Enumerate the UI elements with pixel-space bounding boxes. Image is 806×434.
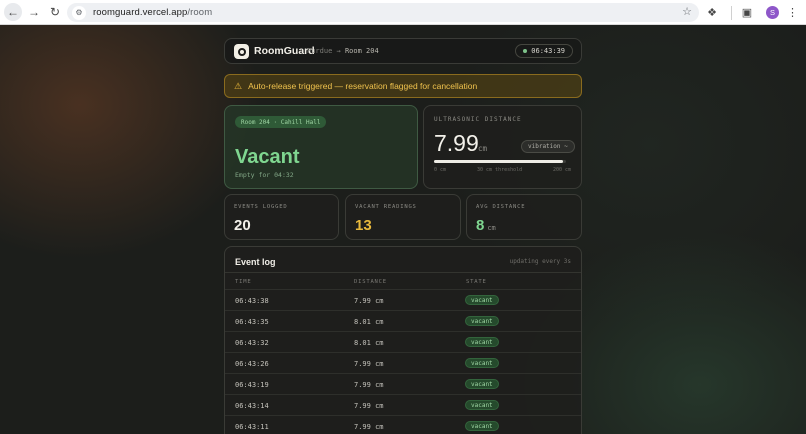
- distance-value: 7.99: [434, 130, 479, 156]
- forward-icon[interactable]: →: [25, 3, 43, 21]
- table-row: 06:43:26 7.99 cm vacant: [225, 352, 581, 373]
- vibration-mode-button[interactable]: vibration ~: [521, 140, 575, 153]
- avg-distance-card: AVG DISTANCE 8 cm: [466, 194, 582, 240]
- bookmark-star-icon[interactable]: ☆: [682, 5, 692, 18]
- row-time: 06:43:35: [235, 318, 269, 326]
- scale-threshold-label: 30 cm threshold: [477, 167, 523, 173]
- events-logged-value: 20: [234, 217, 251, 234]
- row-state-badge: vacant: [465, 379, 499, 389]
- column-header-time: TIME: [235, 279, 252, 285]
- row-distance: 7.99 cm: [354, 360, 384, 368]
- clock-time: 06:43:39: [531, 47, 565, 55]
- distance-bar: [434, 160, 566, 163]
- row-state-badge: vacant: [465, 295, 499, 305]
- event-log-rows: 06:43:38 7.99 cm vacant 06:43:35 8.01 cm…: [225, 289, 581, 434]
- empty-duration: Empty for 04:32: [235, 171, 294, 179]
- events-logged-card: EVENTS LOGGED 20: [224, 194, 339, 240]
- vacant-readings-label: VACANT READINGS: [355, 204, 417, 210]
- live-dot-icon: [523, 49, 528, 53]
- row-time: 06:43:38: [235, 297, 269, 305]
- page-content: RoomGuard Purdue → Room 204 06:43:39 ⚠ A…: [0, 25, 806, 434]
- breadcrumb-building: Purdue →: [307, 47, 341, 55]
- toolbar-divider: [731, 5, 732, 20]
- occupancy-status-card: Room 204 · Cahill Hall Vacant Empty for …: [224, 105, 418, 189]
- row-time: 06:43:11: [235, 423, 269, 431]
- event-log-divider: [225, 272, 581, 273]
- event-log-card: Event log updating every 3s TIME DISTANC…: [224, 246, 582, 434]
- column-header-distance: DISTANCE: [354, 279, 387, 285]
- ultrasonic-label: ULTRASONIC DISTANCE: [434, 116, 522, 123]
- distance-bar-fill: [434, 160, 564, 163]
- avg-distance-label: AVG DISTANCE: [476, 204, 526, 210]
- table-row: 06:43:14 7.99 cm vacant: [225, 394, 581, 415]
- scale-max-label: 200 cm: [552, 167, 571, 173]
- address-url: roomguard.vercel.app/room: [93, 7, 212, 18]
- cast-icon[interactable]: ▣: [736, 4, 758, 22]
- browser-toolbar: ← → ↻ ⚙ roomguard.vercel.app/room ☆ ❖ ▣ …: [0, 0, 806, 25]
- warning-icon: ⚠: [234, 80, 243, 91]
- brand-name: RoomGuard: [254, 45, 315, 57]
- row-distance: 7.99 cm: [354, 381, 384, 389]
- room-badge: Room 204 · Cahill Hall: [235, 116, 327, 128]
- roomguard-logo-icon: [234, 44, 249, 59]
- table-row: 06:43:35 8.01 cm vacant: [225, 310, 581, 331]
- extensions-icon[interactable]: ❖: [701, 4, 723, 22]
- row-time: 06:43:14: [235, 402, 269, 410]
- app-header: RoomGuard Purdue → Room 204 06:43:39: [224, 38, 582, 64]
- events-logged-label: EVENTS LOGGED: [234, 204, 288, 210]
- row-state-badge: vacant: [465, 358, 499, 368]
- browser-actions: ❖ ▣ S ⋮: [701, 0, 806, 25]
- address-bar[interactable]: ⚙ roomguard.vercel.app/room ☆: [67, 3, 699, 22]
- table-row: 06:43:11 7.99 cm vacant: [225, 415, 581, 434]
- reload-icon[interactable]: ↻: [46, 3, 64, 21]
- browser-menu-icon[interactable]: ⋮: [787, 6, 798, 19]
- row-distance: 7.99 cm: [354, 402, 384, 410]
- avg-distance-value: 8 cm: [476, 217, 496, 234]
- row-state-badge: vacant: [465, 316, 499, 326]
- table-row: 06:43:38 7.99 cm vacant: [225, 289, 581, 310]
- row-distance: 7.99 cm: [354, 423, 384, 431]
- breadcrumb: Purdue → Room 204: [307, 47, 379, 55]
- row-time: 06:43:26: [235, 360, 269, 368]
- row-state-badge: vacant: [465, 421, 499, 431]
- url-host: roomguard.vercel.app: [93, 7, 188, 18]
- site-settings-icon[interactable]: ⚙: [72, 5, 86, 20]
- row-distance: 8.01 cm: [354, 339, 384, 347]
- event-log-subtitle: updating every 3s: [509, 258, 571, 265]
- scale-min-label: 0 cm: [434, 167, 447, 173]
- breadcrumb-room: Room 204: [344, 47, 379, 55]
- table-row: 06:43:19 7.99 cm vacant: [225, 373, 581, 394]
- vacant-readings-card: VACANT READINGS 13: [345, 194, 461, 240]
- avg-distance-unit: cm: [487, 224, 496, 232]
- row-time: 06:43:32: [235, 339, 269, 347]
- avg-distance-number: 8: [476, 217, 485, 234]
- url-path: /room: [187, 7, 213, 18]
- row-distance: 7.99 cm: [354, 297, 384, 305]
- occupancy-state: Vacant: [235, 146, 300, 168]
- back-icon[interactable]: ←: [4, 3, 22, 21]
- row-state-badge: vacant: [465, 400, 499, 410]
- profile-avatar[interactable]: S: [766, 6, 779, 19]
- row-distance: 8.01 cm: [354, 318, 384, 326]
- row-state-badge: vacant: [465, 337, 499, 347]
- ultrasonic-distance-card: ULTRASONIC DISTANCE 7.99 cm vibration ~ …: [423, 105, 582, 189]
- auto-release-alert: ⚠ Auto-release triggered — reservation f…: [224, 74, 582, 98]
- alert-text: Auto-release triggered — reservation fla…: [248, 81, 478, 91]
- distance-unit: cm: [478, 144, 488, 153]
- row-time: 06:43:19: [235, 381, 269, 389]
- table-row: 06:43:32 8.01 cm vacant: [225, 331, 581, 352]
- live-clock: 06:43:39: [515, 44, 573, 58]
- event-log-title: Event log: [235, 257, 276, 267]
- vacant-readings-value: 13: [355, 217, 372, 234]
- column-header-state: STATE: [466, 279, 487, 285]
